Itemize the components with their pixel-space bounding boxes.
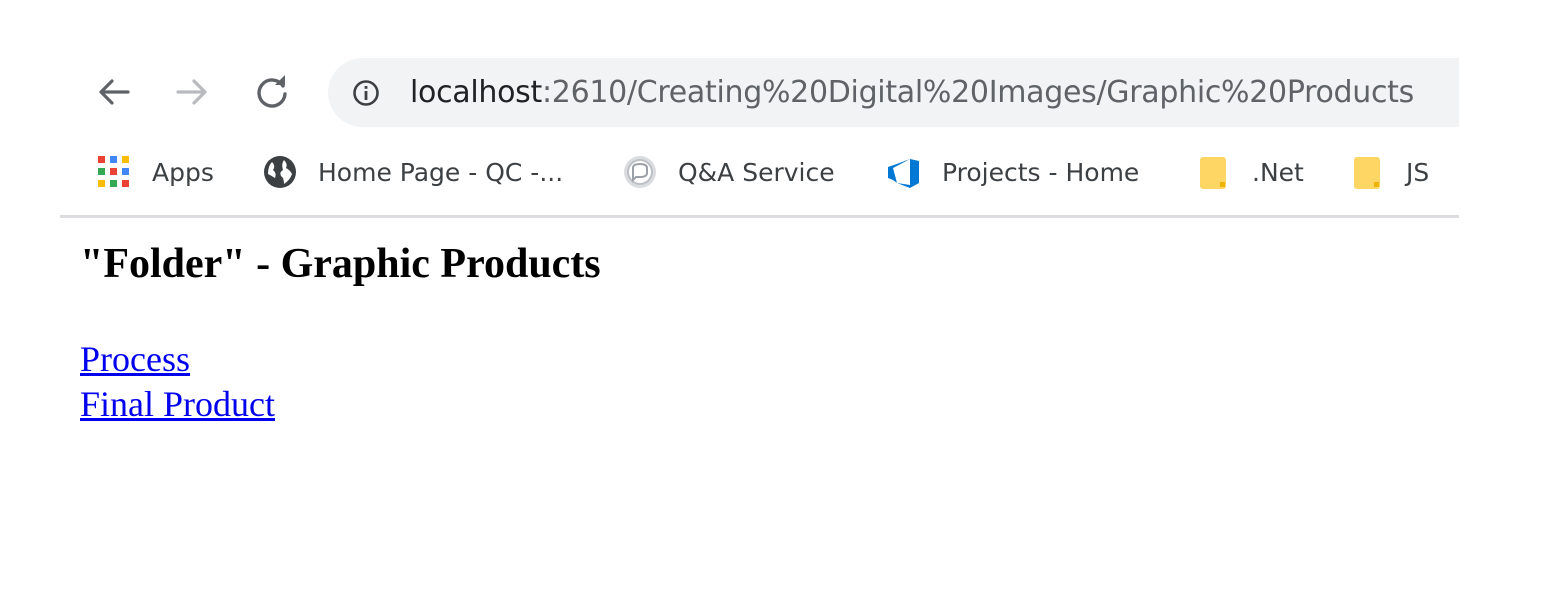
bookmark-projects-home[interactable]: Projects - Home <box>886 150 1139 194</box>
bookmark-label: Apps <box>152 157 214 187</box>
folder-icon <box>1350 154 1386 190</box>
info-icon[interactable] <box>352 79 380 107</box>
process-link[interactable]: Process <box>80 338 190 380</box>
reload-button[interactable] <box>252 72 292 112</box>
forward-button[interactable] <box>172 72 212 112</box>
bookmarks-bar: Apps Home Page - QC -... Q&A Service Pro… <box>60 150 1459 194</box>
arrow-left-icon <box>99 79 130 105</box>
url-path: :2610/Creating%20Digital%20Images/Graphi… <box>541 75 1414 110</box>
bookmark-label: JS <box>1406 157 1430 187</box>
bookmark-label: .Net <box>1252 157 1304 187</box>
bookmark-label: Q&A Service <box>678 157 835 187</box>
final-product-link[interactable]: Final Product <box>80 383 275 425</box>
arrow-right-icon <box>176 79 207 105</box>
bookmark-label: Home Page - QC -... <box>318 157 564 187</box>
url-host: localhost <box>410 75 542 110</box>
bookmark-apps[interactable]: Apps <box>96 150 214 194</box>
bookmark-label: Projects - Home <box>942 157 1140 187</box>
bookmark-qa-service[interactable]: Q&A Service <box>622 150 835 194</box>
bookmark-folder-net[interactable]: .Net <box>1196 150 1304 194</box>
apps-grid-icon <box>96 154 132 190</box>
back-button[interactable] <box>94 72 134 112</box>
url-text[interactable]: localhost:2610/Creating%20Digital%20Imag… <box>410 72 1414 114</box>
browser-toolbar: localhost:2610/Creating%20Digital%20Imag… <box>60 58 1459 128</box>
toolbar-divider <box>60 215 1459 218</box>
bookmark-home-page-qc[interactable]: Home Page - QC -... <box>262 150 563 194</box>
folder-icon <box>1196 154 1232 190</box>
chat-circle-icon <box>622 154 658 190</box>
globe-icon <box>262 154 298 190</box>
bookmark-folder-js[interactable]: JS <box>1350 150 1429 194</box>
address-bar[interactable]: localhost:2610/Creating%20Digital%20Imag… <box>328 58 1459 127</box>
browser-window: localhost:2610/Creating%20Digital%20Imag… <box>60 0 1459 595</box>
azure-devops-icon <box>886 154 922 190</box>
reload-icon <box>257 75 287 108</box>
page-title: "Folder" - Graphic Products <box>80 241 601 287</box>
